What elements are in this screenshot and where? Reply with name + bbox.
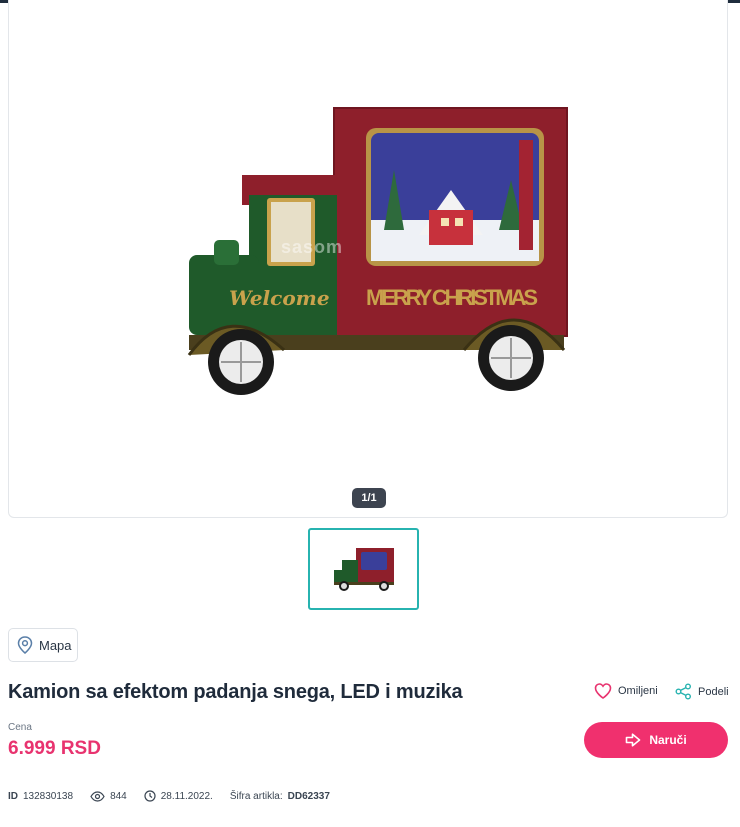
id-key: ID: [8, 790, 18, 802]
views-count: 844: [110, 790, 127, 802]
image-gallery[interactable]: Welcome MERRY CHRISTMAS sasom 1/1: [8, 0, 728, 518]
views: 844: [90, 791, 127, 802]
clock-icon: [144, 790, 156, 802]
order-label: Naruči: [649, 733, 687, 747]
watermark: sasom: [281, 237, 344, 257]
thumbnail-1[interactable]: [308, 528, 419, 610]
arrow-right-icon: [626, 733, 641, 747]
map-label: Mapa: [39, 637, 72, 653]
listing-id: ID 132830138: [8, 791, 73, 802]
image-welcome-text: Welcome: [229, 286, 330, 310]
listing-meta: ID 132830138 844 28.11.2022. Šifra artik…: [8, 790, 347, 802]
order-button[interactable]: Naruči: [584, 722, 728, 758]
map-button[interactable]: Mapa: [8, 628, 78, 662]
image-counter: 1/1: [352, 488, 386, 508]
product-title: Kamion sa efektom padanja snega, LED i m…: [8, 681, 463, 703]
sku-key: Šifra artikla:: [229, 790, 283, 802]
posted-date: 28.11.2022.: [144, 790, 213, 802]
favorite-button[interactable]: Omiljeni: [594, 683, 658, 699]
price-label: Cena: [8, 722, 32, 733]
share-icon: [675, 683, 691, 700]
date-value: 28.11.2022.: [160, 790, 213, 802]
price-value: 6.999 RSD: [8, 738, 101, 759]
share-label: Podeli: [698, 685, 729, 698]
eye-icon: [90, 790, 105, 802]
image-christmas-text: MERRY CHRISTMAS: [366, 285, 538, 310]
product-image[interactable]: Welcome MERRY CHRISTMAS: [179, 100, 579, 400]
share-button[interactable]: Podeli: [675, 683, 729, 700]
favorite-label: Omiljeni: [618, 685, 658, 697]
sku-value: DD62337: [287, 790, 330, 802]
thumbnail-image: [334, 548, 394, 591]
heart-icon: [594, 683, 612, 699]
map-pin-icon: [17, 636, 33, 654]
sku: Šifra artikla: DD62337: [230, 791, 330, 802]
id-value: 132830138: [23, 790, 74, 802]
